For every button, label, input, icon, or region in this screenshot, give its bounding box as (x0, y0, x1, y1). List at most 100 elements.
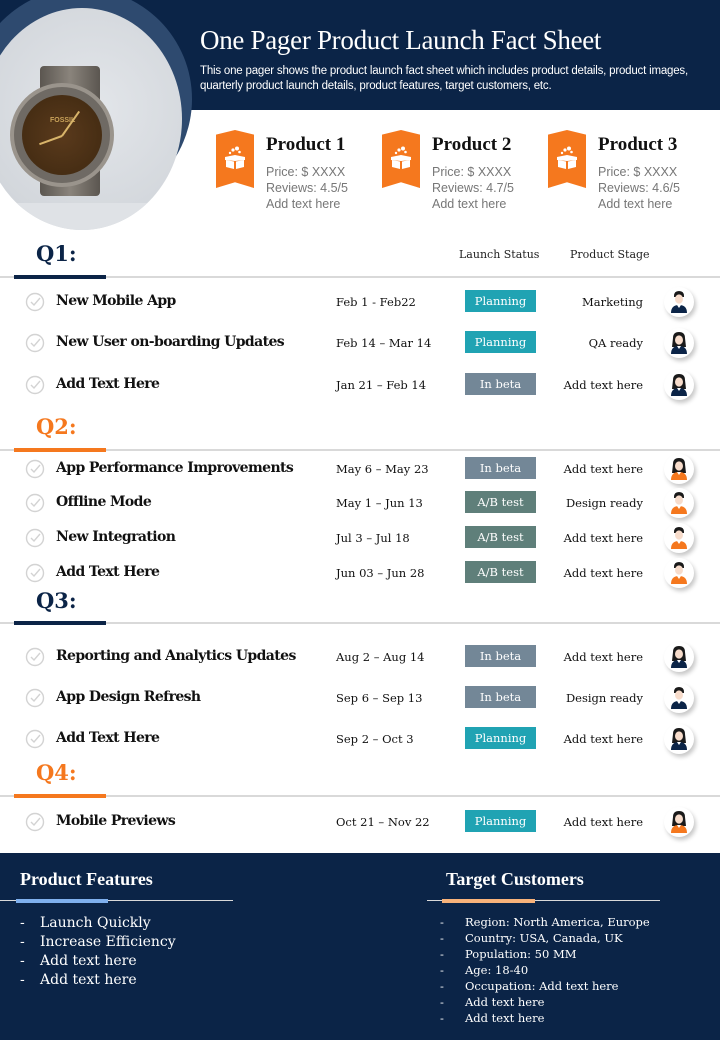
table-row: Add Text Here Sep 2 – Oct 3 Planning Add te… (0, 724, 720, 754)
quarter-accent-bar (14, 621, 106, 625)
avatar (664, 683, 694, 713)
column-header-product-stage: Product Stage (570, 248, 650, 261)
task-name: App Performance Improvements (56, 460, 294, 476)
customers-list: Region: North America, EuropeCountry: US… (440, 914, 650, 1026)
quarter-accent-bar (14, 275, 106, 279)
product-reviews: Reviews: 4.5/5 (266, 181, 348, 195)
page-subtitle: This one pager shows the product launch … (200, 65, 688, 92)
table-row: New Mobile App Feb 1 - Feb22 Planning Marke… (0, 287, 720, 317)
product-price: Price: $ XXXX (432, 165, 512, 179)
status-badge: A/B test (465, 561, 536, 583)
product-name: Product 3 (598, 134, 678, 155)
check-circle-icon (25, 375, 45, 395)
product-stage: Add text here (563, 815, 643, 829)
footer-panel: Product Features Launch QuicklyIncrease … (0, 853, 720, 1040)
quarter-divider (0, 795, 720, 797)
quarter-label: Q1: (36, 241, 77, 266)
features-accent-bar (16, 899, 108, 903)
check-circle-icon (25, 292, 45, 312)
task-name: New Integration (56, 529, 176, 545)
status-badge: In beta (465, 686, 536, 708)
date-range: Feb 1 - Feb22 (336, 295, 416, 309)
product-stage: Add text here (563, 566, 643, 580)
feature-item: Add text here (20, 952, 176, 971)
table-row: Add Text Here Jun 03 – Jun 28 A/B test Add … (0, 558, 720, 588)
product-card: Product 1 Price: $ XXXX Reviews: 4.5/5 Add … (216, 130, 376, 215)
status-badge: In beta (465, 645, 536, 667)
date-range: Oct 21 – Nov 22 (336, 815, 430, 829)
quarter-divider (0, 449, 720, 451)
feature-item: Launch Quickly (20, 914, 176, 933)
task-name: Add Text Here (56, 564, 160, 580)
date-range: Sep 6 – Sep 13 (336, 691, 423, 705)
check-circle-icon (25, 333, 45, 353)
task-name: App Design Refresh (56, 689, 201, 705)
customers-accent-bar (442, 899, 535, 903)
table-row: Add Text Here Jan 21 – Feb 14 In beta Add t… (0, 370, 720, 400)
product-stage: Design ready (565, 691, 643, 705)
table-row: App Performance Improvements May 6 – May … (0, 454, 720, 484)
table-surface (0, 203, 182, 230)
avatar (664, 488, 694, 518)
product-name: Product 2 (432, 134, 512, 155)
status-badge: A/B test (465, 491, 536, 513)
product-stage: Add text here (563, 462, 643, 476)
product-price: Price: $ XXXX (266, 165, 346, 179)
avatar (664, 807, 694, 837)
status-badge: Planning (465, 290, 536, 312)
table-row: Offline Mode May 1 – Jun 13 A/B test Design… (0, 488, 720, 518)
ribbon-badge (548, 130, 586, 188)
quarter-divider (0, 622, 720, 624)
quarter-label: Q4: (36, 760, 77, 785)
avatar (664, 558, 694, 588)
avatar (664, 287, 694, 317)
quarter-divider (0, 276, 720, 278)
table-row: Mobile Previews Oct 21 – Nov 22 Planning Ad… (0, 807, 720, 837)
watch-hand (39, 135, 63, 146)
task-name: New User on-boarding Updates (56, 334, 285, 350)
features-title: Product Features (20, 869, 153, 889)
watch-case: FOSSIL (10, 83, 114, 187)
product-stage: Add text here (563, 732, 643, 746)
status-badge: Planning (465, 331, 536, 353)
date-range: May 1 – Jun 13 (336, 496, 423, 510)
avatar (664, 370, 694, 400)
status-badge: Planning (465, 727, 536, 749)
check-circle-icon (25, 493, 45, 513)
product-stage: Add text here (563, 531, 643, 545)
watch-face: FOSSIL (22, 95, 102, 175)
product-stage: Add text here (563, 650, 643, 664)
feature-item: Add text here (20, 971, 176, 990)
ribbon-badge (216, 130, 254, 188)
check-circle-icon (25, 563, 45, 583)
quarter-label: Q3: (36, 588, 77, 613)
customer-item: Age: 18-40 (440, 962, 650, 978)
status-badge: Planning (465, 810, 536, 832)
customer-item: Add text here (440, 994, 650, 1010)
avatar (664, 724, 694, 754)
status-badge: In beta (465, 373, 536, 395)
date-range: Sep 2 – Oct 3 (336, 732, 414, 746)
customer-item: Occupation: Add text here (440, 978, 650, 994)
date-range: Jan 21 – Feb 14 (336, 378, 427, 392)
status-badge: In beta (465, 457, 536, 479)
check-circle-icon (25, 812, 45, 832)
product-card: Product 2 Price: $ XXXX Reviews: 4.7/5 Add … (382, 130, 542, 215)
product-note: Add text here (432, 197, 507, 211)
avatar (664, 454, 694, 484)
check-circle-icon (25, 528, 45, 548)
customer-item: Country: USA, Canada, UK (440, 930, 650, 946)
ribbon-badge (382, 130, 420, 188)
table-row: New Integration Jul 3 – Jul 18 A/B test Add… (0, 523, 720, 553)
gift-box-icon (557, 146, 577, 169)
customer-item: Add text here (440, 1010, 650, 1026)
feature-item: Increase Efficiency (20, 933, 176, 952)
customer-item: Population: 50 MM (440, 946, 650, 962)
product-name: Product 1 (266, 134, 346, 155)
avatar (664, 328, 694, 358)
column-header-launch-status: Launch Status (459, 248, 540, 261)
product-reviews: Reviews: 4.7/5 (432, 181, 514, 195)
table-row: App Design Refresh Sep 6 – Sep 13 In beta D… (0, 683, 720, 713)
task-name: Add Text Here (56, 730, 160, 746)
date-range: Jun 03 – Jun 28 (336, 566, 425, 580)
